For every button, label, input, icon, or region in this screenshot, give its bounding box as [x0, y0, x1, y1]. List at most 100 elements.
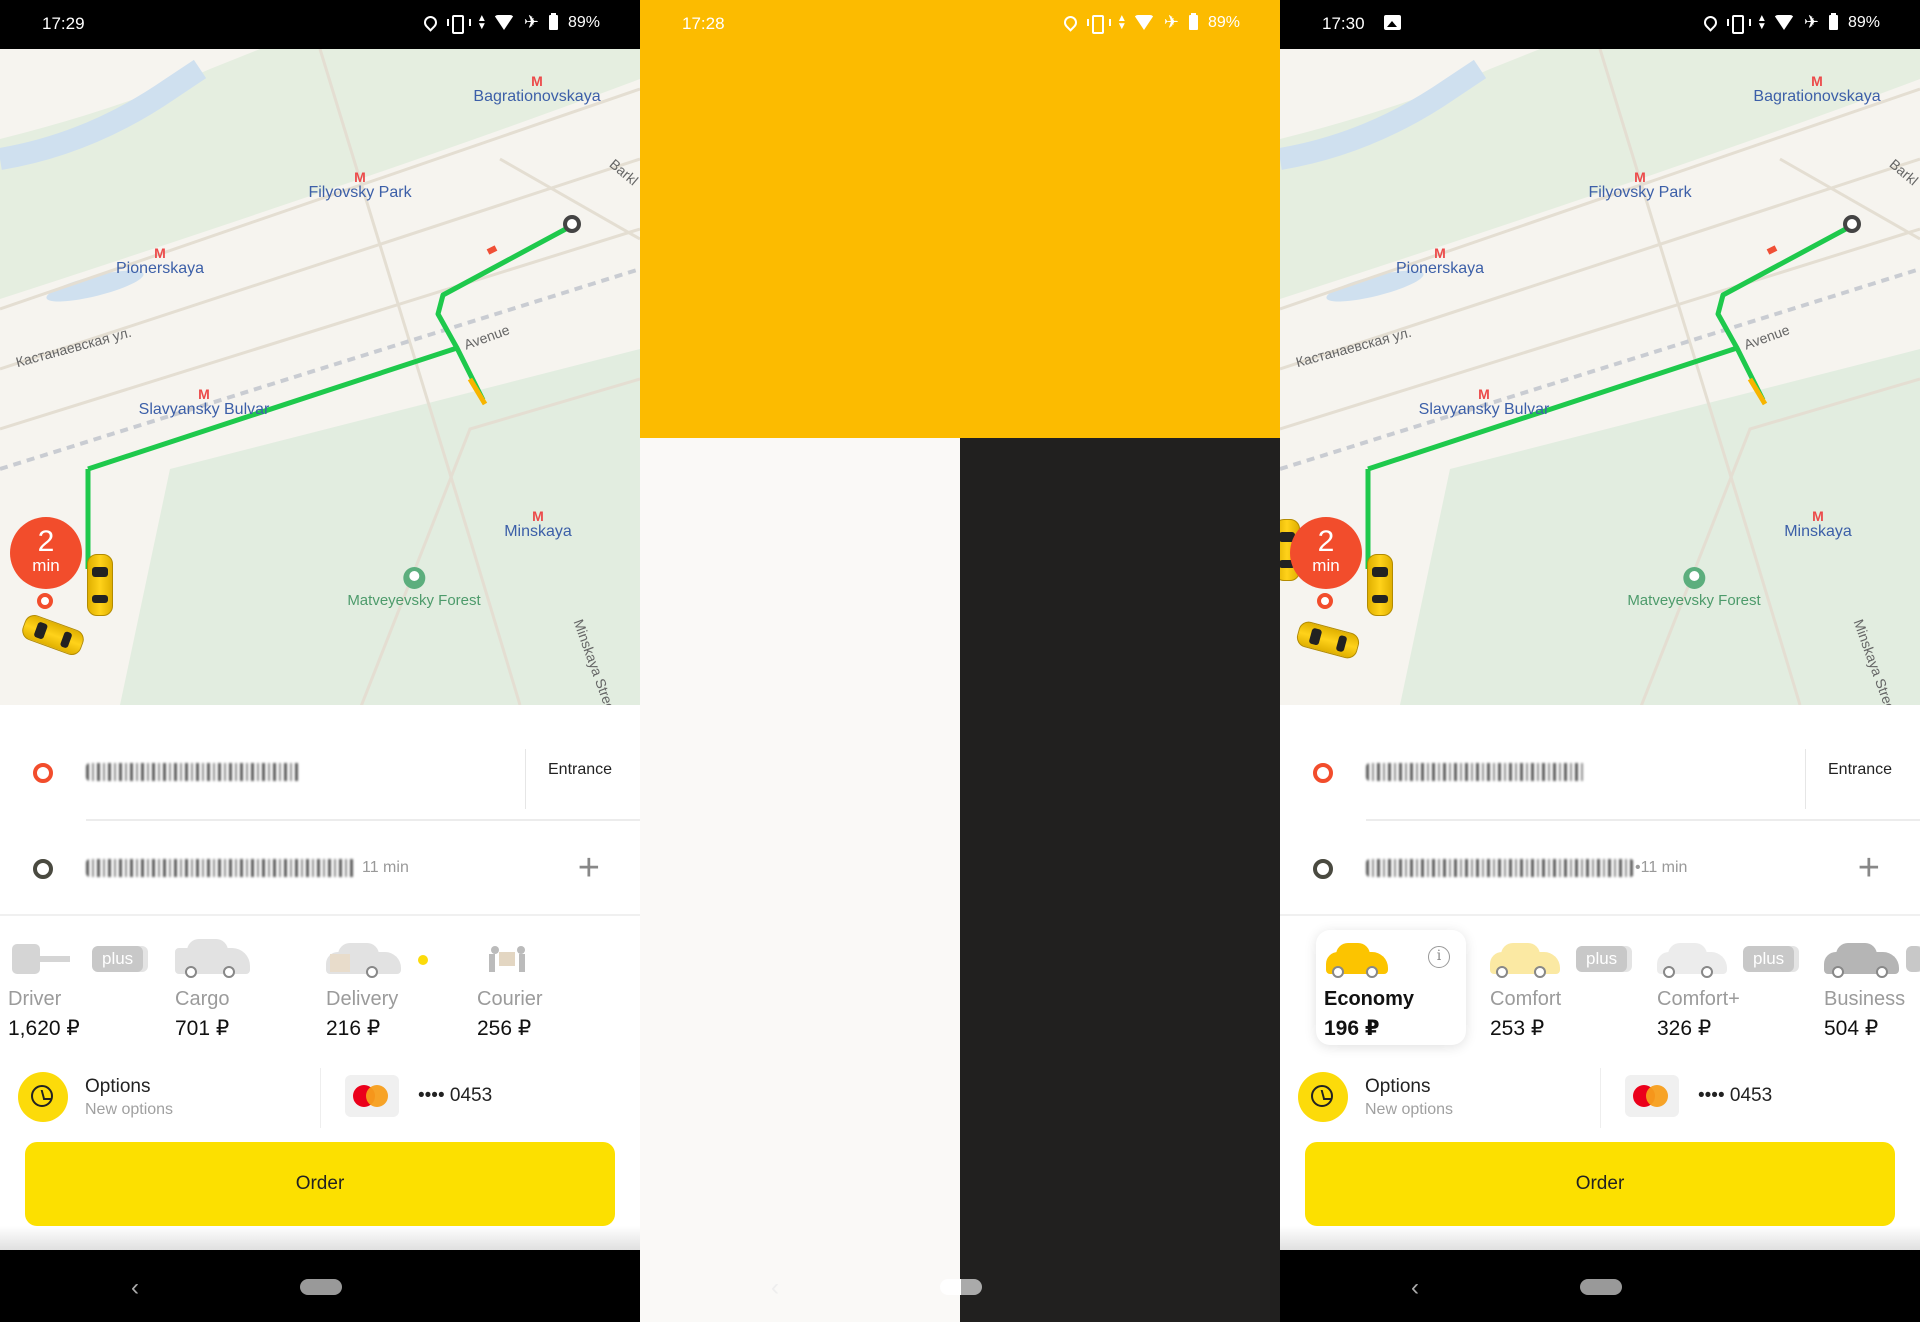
status-bar: 17:30 ▲ ▼ ✈ 89%	[1280, 0, 1920, 49]
park-label: Matveyevsky Forest	[1627, 567, 1761, 610]
battery-percent: 89%	[1847, 13, 1880, 31]
vibrate-icon	[446, 14, 471, 34]
screen-tariff-selection-delivery: 17:29 ▲ ▼ ✈ 89% M Bagrationovskaya M Fil…	[0, 0, 640, 1322]
order-button[interactable]: Order	[1305, 1142, 1895, 1226]
destination-address	[86, 859, 356, 877]
clock-icon[interactable]	[1298, 1072, 1348, 1122]
metro-icon: M	[1811, 73, 1823, 89]
destination-address	[1366, 859, 1634, 877]
splash-yellow-block	[640, 0, 1280, 438]
eta-bubble: 2 min	[1290, 517, 1362, 589]
divider	[1280, 914, 1920, 916]
order-button[interactable]: Order	[25, 1142, 615, 1226]
metro-icon: M	[532, 508, 544, 524]
map[interactable]: M Bagrationovskaya M Filyovsky Park M Pione…	[1280, 49, 1920, 705]
status-bar: 17:28 ▲ ▼ ✈ 89%	[640, 0, 1280, 49]
map[interactable]: M Bagrationovskaya M Filyovsky Park M Pione…	[0, 49, 640, 705]
pickup-pin	[1317, 593, 1333, 609]
battery-icon	[1828, 13, 1838, 30]
entrance-button[interactable]: Entrance	[525, 749, 640, 809]
metro-station[interactable]: M Pionerskaya	[116, 246, 204, 278]
metro-station[interactable]: M Bagrationovskaya	[1753, 74, 1880, 106]
airplane-icon: ✈	[1163, 12, 1179, 32]
status-time: 17:28	[682, 14, 725, 33]
divider	[0, 914, 640, 916]
metro-icon: M	[198, 386, 210, 402]
business-car-icon	[1824, 943, 1899, 978]
trip-duration: •11 min	[1635, 859, 1688, 876]
card-number[interactable]: •••• 0453	[418, 1085, 492, 1107]
battery-percent: 89%	[1207, 13, 1240, 31]
battery-icon	[548, 13, 558, 30]
clock-icon[interactable]	[18, 1072, 68, 1122]
tariff-cargo[interactable]: Cargo 701 ₽	[167, 930, 317, 1045]
metro-station[interactable]: M Filyovsky Park	[1588, 170, 1691, 202]
mastercard-icon[interactable]	[345, 1075, 399, 1117]
airplane-icon: ✈	[523, 12, 539, 32]
metro-icon: M	[1434, 245, 1446, 261]
tariff-list[interactable]: i Economy 196 ₽ plus Comfort 253 ₽ plus …	[1280, 920, 1920, 1050]
destination-pin	[563, 215, 581, 233]
metro-icon: M	[1812, 508, 1824, 524]
tariff-delivery[interactable]: Delivery 216 ₽	[318, 930, 468, 1045]
sheet-shadow	[1280, 1226, 1920, 1250]
back-icon[interactable]: ‹	[771, 1274, 779, 1302]
add-stop-button[interactable]: +	[578, 849, 600, 887]
taxi-car-icon	[1367, 554, 1393, 616]
pickup-field[interactable]: Entrance	[1280, 725, 1920, 821]
cargo-van-icon	[175, 939, 250, 978]
location-icon	[1061, 13, 1080, 32]
tariff-comfort-plus[interactable]: plus Comfort+ 326 ₽	[1649, 930, 1799, 1045]
economy-car-icon	[1326, 943, 1388, 978]
navigation-bar: ‹	[1280, 1250, 1920, 1322]
add-stop-button[interactable]: +	[1858, 849, 1880, 887]
card-number[interactable]: •••• 0453	[1698, 1085, 1772, 1107]
metro-station[interactable]: M Minskaya	[1784, 509, 1852, 541]
options-subtitle: New options	[1365, 1101, 1454, 1118]
metro-station[interactable]: M Bagrationovskaya	[473, 74, 600, 106]
destination-field[interactable]: 11 min +	[0, 821, 640, 917]
tariff-business[interactable]: Business 504 ₽	[1816, 930, 1920, 1045]
entrance-button[interactable]: Entrance	[1805, 749, 1920, 809]
pickup-pin	[37, 593, 53, 609]
pickup-field[interactable]: Entrance	[0, 725, 640, 821]
splash-white-block	[640, 438, 960, 1322]
pickup-dot-icon	[33, 763, 53, 783]
delivery-car-icon	[326, 943, 401, 978]
divider	[320, 1068, 321, 1128]
options-title[interactable]: Options	[1365, 1076, 1430, 1098]
splash-dark-block	[960, 438, 1280, 1322]
back-icon[interactable]: ‹	[131, 1274, 139, 1302]
tariff-list[interactable]: plus Driver 1,620 ₽ Cargo 701 ₽ Delivery…	[0, 920, 640, 1050]
metro-station[interactable]: M Slavyansky Bulvar	[1419, 387, 1550, 419]
tariff-comfort[interactable]: plus Comfort 253 ₽	[1482, 930, 1632, 1045]
location-icon	[1701, 13, 1720, 32]
options-payment-row: Options New options •••• 0453	[0, 1060, 640, 1140]
destination-field[interactable]: •11 min +	[1280, 821, 1920, 917]
info-icon[interactable]: i	[1428, 946, 1450, 968]
plus-badge: plus	[92, 946, 144, 972]
route-traffic-jam	[486, 245, 498, 255]
metro-station[interactable]: M Pionerskaya	[1396, 246, 1484, 278]
metro-icon: M	[354, 169, 366, 185]
tariff-economy[interactable]: i Economy 196 ₽	[1316, 930, 1466, 1045]
tariff-courier[interactable]: Courier 256 ₽	[469, 930, 619, 1045]
comfort-car-icon	[1490, 943, 1560, 978]
courier-people-icon	[477, 944, 552, 974]
status-time: 17:29	[42, 14, 85, 33]
back-icon[interactable]: ‹	[1411, 1274, 1419, 1302]
screen-tariff-selection-economy: 17:30 ▲ ▼ ✈ 89% M Bagrationovskaya M Fil…	[1280, 0, 1920, 1322]
home-pill-icon[interactable]	[940, 1279, 982, 1295]
metro-station[interactable]: M Slavyansky Bulvar	[139, 387, 270, 419]
home-pill-icon[interactable]	[1580, 1279, 1622, 1295]
tariff-driver[interactable]: plus Driver 1,620 ₽	[0, 930, 150, 1045]
metro-station[interactable]: M Minskaya	[504, 509, 572, 541]
park-label: Matveyevsky Forest	[347, 567, 481, 610]
metro-station[interactable]: M Filyovsky Park	[308, 170, 411, 202]
options-title[interactable]: Options	[85, 1076, 150, 1098]
destination-dot-icon	[1313, 859, 1333, 879]
home-pill-icon[interactable]	[300, 1279, 342, 1295]
options-payment-row: Options New options •••• 0453	[1280, 1060, 1920, 1140]
mastercard-icon[interactable]	[1625, 1075, 1679, 1117]
wifi-icon	[493, 15, 514, 30]
